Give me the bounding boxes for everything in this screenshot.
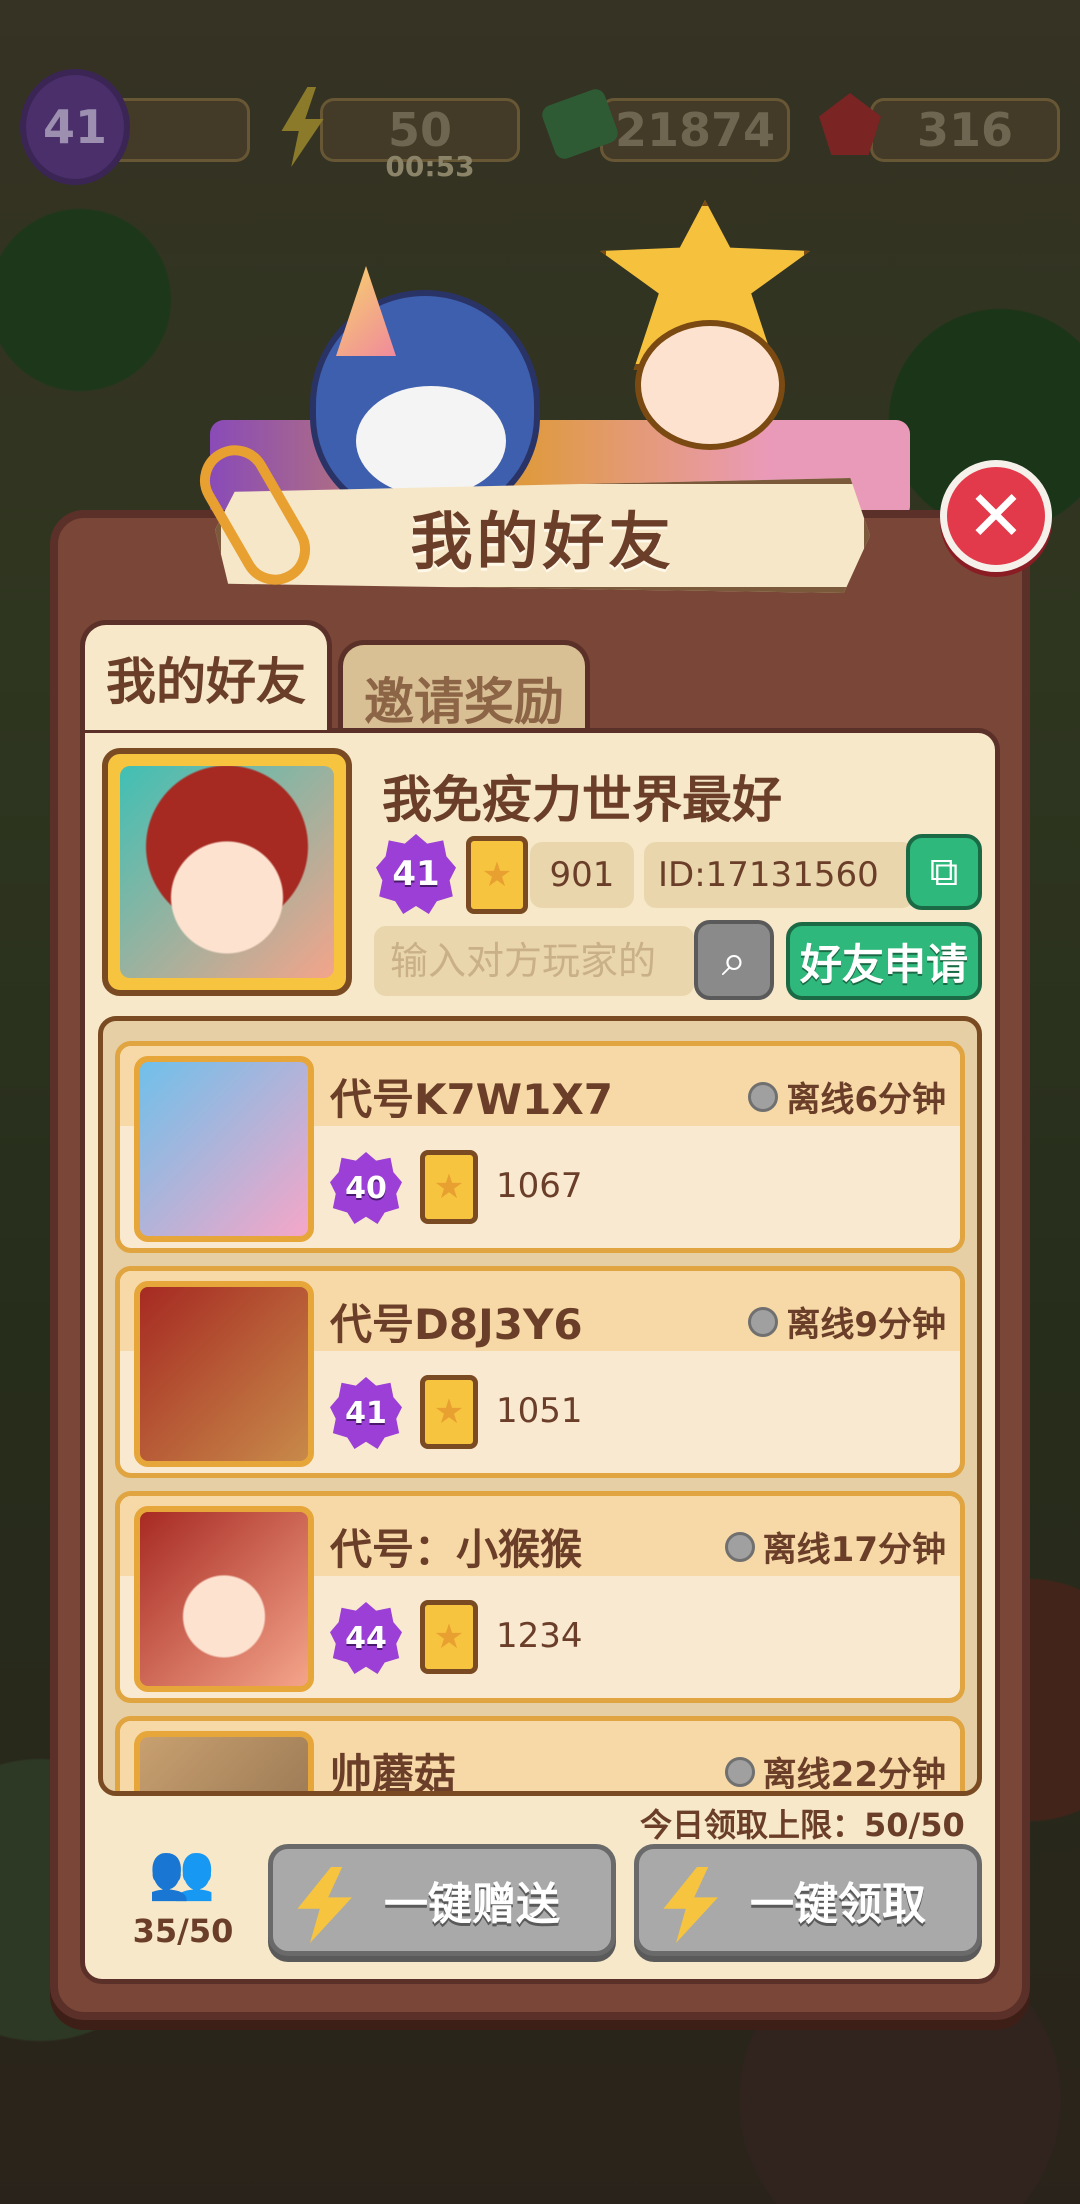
- friend-list[interactable]: 代号K7W1X7 离线6分钟 40 ★ 1067 代号D8J3Y6 离线9分钟 …: [98, 1016, 982, 1796]
- dialog-title: 我的好友: [410, 504, 675, 578]
- friend-level-badge: 41: [330, 1377, 402, 1449]
- avatar-image: [120, 766, 334, 978]
- cash-value: 21874: [614, 103, 776, 157]
- status-text: 离线6分钟: [786, 1080, 946, 1120]
- offline-dot-icon: [748, 1081, 779, 1112]
- dialog-title-banner: 我的好友: [215, 478, 870, 593]
- friend-avatar: [134, 1281, 314, 1467]
- friend-avatar: [134, 1506, 314, 1692]
- friend-level: 41: [345, 1395, 387, 1431]
- friend-status: 离线17分钟: [724, 1522, 946, 1571]
- friend-avatar: [134, 1056, 314, 1242]
- friends-icon: 👥: [148, 1840, 216, 1903]
- tab-my-friends[interactable]: 我的好友: [80, 620, 332, 730]
- claim-all-button[interactable]: 一键领取: [634, 1844, 982, 1956]
- friend-level-badge: 40: [330, 1152, 402, 1224]
- gem-counter[interactable]: 316: [870, 98, 1060, 162]
- copy-id-button[interactable]: ⧉: [906, 834, 982, 910]
- friend-row[interactable]: 帅蘑菇 离线22分钟: [115, 1716, 965, 1796]
- my-points-value: 901: [549, 855, 615, 895]
- offline-dot-icon: [724, 1756, 755, 1787]
- clipboard-star-icon: ★: [466, 836, 528, 914]
- status-text: 离线17分钟: [762, 1530, 946, 1570]
- player-search-input[interactable]: [374, 926, 694, 996]
- search-icon: ⌕: [721, 934, 747, 986]
- clipboard-star-icon: ★: [420, 1600, 478, 1674]
- offline-dot-icon: [724, 1531, 755, 1562]
- send-all-label: 一键赠送: [384, 1879, 560, 1930]
- friend-row[interactable]: 代号D8J3Y6 离线9分钟 41 ★ 1051: [115, 1266, 965, 1478]
- tab-label: 邀请奖励: [364, 672, 564, 731]
- friend-row[interactable]: 代号：小猴猴 离线17分钟 44 ★ 1234: [115, 1491, 965, 1703]
- status-text: 离线22分钟: [762, 1755, 946, 1795]
- friend-points: 1067: [496, 1166, 583, 1206]
- friend-row[interactable]: 代号K7W1X7 离线6分钟 40 ★ 1067: [115, 1041, 965, 1253]
- friend-request-button[interactable]: 好友申请: [786, 922, 982, 1000]
- tab-label: 我的好友: [106, 652, 306, 711]
- friend-name: 代号D8J3Y6: [330, 1300, 583, 1349]
- gem-value: 316: [916, 103, 1014, 157]
- copy-icon: ⧉: [929, 849, 959, 895]
- clipboard-star-icon: ★: [420, 1375, 478, 1449]
- energy-value: 50: [387, 103, 452, 157]
- my-avatar[interactable]: [102, 748, 352, 996]
- boy-character: [600, 200, 810, 450]
- lightning-icon: [297, 1867, 352, 1943]
- close-icon: ✕: [966, 475, 1026, 557]
- level-icon: 41: [20, 69, 130, 185]
- send-all-button[interactable]: 一键赠送: [268, 1844, 616, 1956]
- cash-icon: [539, 84, 621, 164]
- friend-count: 35/50: [132, 1912, 234, 1950]
- friend-name: 帅蘑菇: [330, 1750, 457, 1796]
- friend-level: 44: [345, 1620, 387, 1656]
- cat-character: [310, 266, 540, 520]
- my-level: 41: [392, 854, 440, 894]
- friend-name: 代号K7W1X7: [330, 1075, 613, 1124]
- my-name: 我免疫力世界最好: [382, 771, 782, 829]
- status-text: 离线9分钟: [786, 1305, 946, 1345]
- cash-counter[interactable]: 21874: [600, 98, 790, 162]
- friend-status: 离线22分钟: [724, 1747, 946, 1795]
- friend-points: 1234: [496, 1616, 583, 1656]
- lightning-icon: [262, 82, 342, 172]
- my-points: 901: [530, 842, 634, 908]
- friend-name: 代号：小猴猴: [330, 1525, 583, 1574]
- search-button[interactable]: ⌕: [694, 920, 774, 1000]
- offline-dot-icon: [748, 1306, 779, 1337]
- daily-claim-limit: 今日领取上限：50/50: [640, 1806, 965, 1844]
- friend-level: 40: [345, 1170, 387, 1206]
- energy-timer: 00:53: [385, 150, 475, 183]
- friend-request-label: 好友申请: [799, 939, 968, 989]
- player-level: 41: [20, 69, 130, 185]
- friend-level-badge: 44: [330, 1602, 402, 1674]
- friend-status: 离线6分钟: [748, 1072, 946, 1121]
- close-button[interactable]: ✕: [940, 460, 1052, 572]
- friend-status: 离线9分钟: [748, 1297, 946, 1346]
- clipboard-star-icon: ★: [420, 1150, 478, 1224]
- my-id: ID:17131560: [644, 842, 914, 908]
- claim-all-label: 一键领取: [750, 1879, 926, 1930]
- cat-face: [356, 386, 506, 496]
- friend-points: 1051: [496, 1391, 583, 1431]
- boy-face: [635, 320, 785, 450]
- gem-icon: [810, 84, 890, 164]
- friend-avatar: [134, 1731, 314, 1791]
- my-id-value: ID:17131560: [658, 855, 879, 895]
- lightning-icon: [663, 1867, 718, 1943]
